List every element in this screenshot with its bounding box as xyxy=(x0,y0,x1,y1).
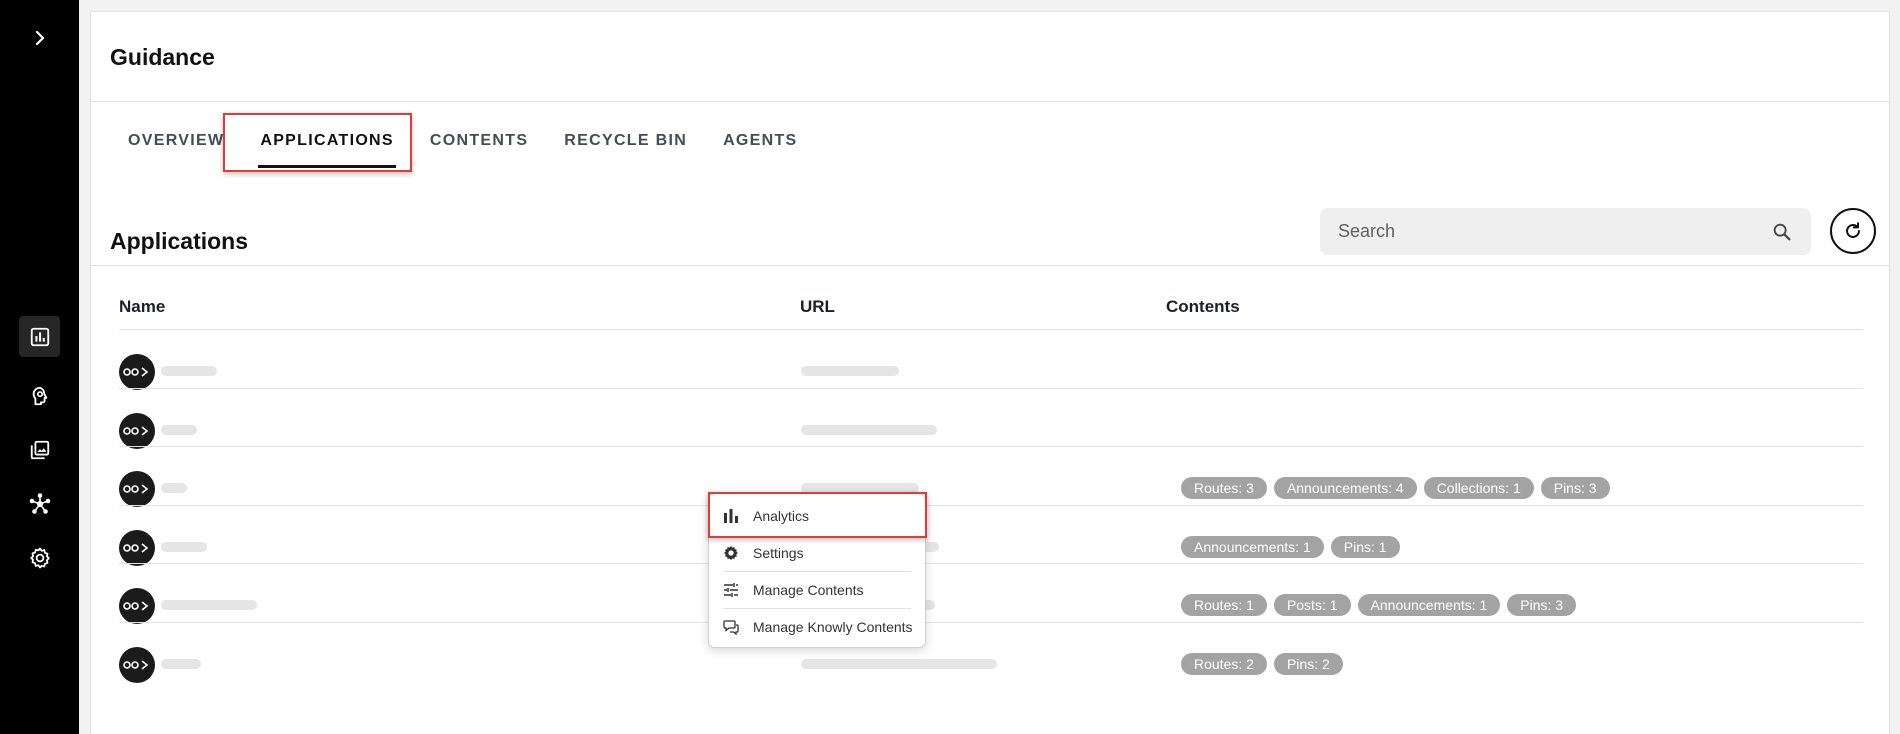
image-stack-icon xyxy=(30,440,49,459)
column-header-contents[interactable]: Contents xyxy=(1166,297,1240,317)
sidebar-item-settings[interactable] xyxy=(19,537,60,578)
content-chip: Pins: 3 xyxy=(1507,594,1577,616)
menu-item-manage-knowly-contents[interactable]: Manage Knowly Contents xyxy=(709,608,925,645)
content-chip: Posts: 1 xyxy=(1273,594,1351,616)
app-avatar xyxy=(119,647,155,683)
app-avatar xyxy=(119,354,155,390)
expand-sidebar-button[interactable] xyxy=(26,24,54,52)
tab-applications[interactable]: APPLICATIONS xyxy=(242,112,412,170)
content-chip: Announcements: 1 xyxy=(1181,536,1324,558)
content-chip: Routes: 2 xyxy=(1181,653,1267,675)
content-chip: Announcements: 1 xyxy=(1357,594,1501,616)
chat-bubbles-icon xyxy=(723,619,739,635)
sliders-icon xyxy=(724,582,738,597)
app-url-redacted xyxy=(801,366,899,376)
search-icon[interactable] xyxy=(1771,221,1793,243)
app-name-redacted xyxy=(161,366,217,376)
table-row[interactable]: Announcements: 1 Pins: 1 xyxy=(119,517,1863,575)
content-chips: Routes: 3 Announcements: 4 Collections: … xyxy=(1181,477,1610,499)
table-row[interactable]: Routes: 3 Announcements: 4 Collections: … xyxy=(119,458,1863,516)
left-rail xyxy=(0,0,79,734)
app-logo-icon xyxy=(123,601,149,611)
main-card: Guidance OVERVIEW APPLICATIONS CONTENTS … xyxy=(90,11,1890,734)
app-name-redacted xyxy=(161,542,207,552)
app-name-redacted xyxy=(161,483,187,493)
menu-item-analytics[interactable]: Analytics xyxy=(709,497,925,534)
menu-item-label: Analytics xyxy=(753,507,810,524)
app-logo-icon xyxy=(123,660,149,670)
refresh-icon xyxy=(1846,222,1860,238)
app-logo-icon xyxy=(123,484,149,494)
row-divider xyxy=(119,446,1863,447)
app-url-redacted xyxy=(801,425,937,435)
table-row[interactable] xyxy=(119,341,1863,399)
refresh-button[interactable] xyxy=(1830,208,1876,254)
content-chips: Routes: 2 Pins: 2 xyxy=(1181,653,1343,675)
menu-item-label: Manage Contents xyxy=(753,581,864,598)
content-chips: Announcements: 1 Pins: 1 xyxy=(1181,536,1400,558)
section-title: Applications xyxy=(110,228,249,254)
menu-item-label: Settings xyxy=(753,544,804,561)
row-divider xyxy=(119,505,1863,506)
table-row[interactable]: Routes: 2 Pins: 2 xyxy=(119,634,1863,692)
sidebar-item-media[interactable] xyxy=(19,429,60,470)
content-chip: Routes: 1 xyxy=(1181,594,1267,616)
app-avatar xyxy=(119,530,155,566)
tab-recycle-bin[interactable]: RECYCLE BIN xyxy=(546,112,705,170)
page-title: Guidance xyxy=(110,44,215,70)
tab-contents[interactable]: CONTENTS xyxy=(412,112,546,170)
app-avatar xyxy=(119,588,155,624)
column-header-url[interactable]: URL xyxy=(800,297,835,317)
row-context-menu: Analytics Settings Manage Contents Manag… xyxy=(708,493,926,648)
bar-chart-icon xyxy=(724,508,738,523)
tab-overview[interactable]: OVERVIEW xyxy=(110,112,242,170)
table-row[interactable] xyxy=(119,400,1863,458)
app-name-redacted xyxy=(161,600,257,610)
content-chip: Collections: 1 xyxy=(1423,477,1534,499)
sidebar-item-integrations[interactable] xyxy=(19,483,60,524)
sidebar-item-guidance[interactable] xyxy=(19,375,60,416)
content-chip: Pins: 2 xyxy=(1273,653,1343,675)
content-chip: Pins: 3 xyxy=(1540,477,1610,499)
sidebar-item-analytics[interactable] xyxy=(19,316,60,357)
column-header-name[interactable]: Name xyxy=(119,297,165,317)
app-url-redacted xyxy=(801,659,997,669)
content-chip: Announcements: 4 xyxy=(1273,477,1417,499)
row-divider xyxy=(119,622,1863,623)
app-avatar xyxy=(119,413,155,449)
app-logo-icon xyxy=(123,543,149,553)
row-divider xyxy=(119,388,1863,389)
app-name-redacted xyxy=(161,425,197,435)
tab-agents[interactable]: AGENTS xyxy=(705,112,815,170)
menu-item-label: Manage Knowly Contents xyxy=(753,618,913,635)
header-divider xyxy=(91,101,1889,102)
hub-network-icon xyxy=(29,492,50,514)
menu-item-settings[interactable]: Settings xyxy=(709,534,925,571)
app-logo-icon xyxy=(123,426,149,436)
section-divider xyxy=(91,265,1889,266)
app-avatar xyxy=(119,471,155,507)
app-name-redacted xyxy=(161,659,201,669)
content-chip: Routes: 3 xyxy=(1181,477,1267,499)
menu-item-manage-contents[interactable]: Manage Contents xyxy=(709,571,925,608)
table-row[interactable]: Routes: 1 Posts: 1 Announcements: 1 Pins… xyxy=(119,575,1863,633)
row-divider xyxy=(119,329,1863,330)
gear-icon xyxy=(724,545,738,560)
gear-icon xyxy=(29,547,50,568)
app-logo-icon xyxy=(123,367,149,377)
chevron-right-icon xyxy=(35,30,45,46)
tab-bar: OVERVIEW APPLICATIONS CONTENTS RECYCLE B… xyxy=(110,112,816,182)
app-url-redacted xyxy=(801,483,919,493)
bar-chart-box-icon xyxy=(30,327,49,346)
content-chips: Routes: 1 Posts: 1 Announcements: 1 Pins… xyxy=(1181,594,1577,616)
search-input[interactable] xyxy=(1338,221,1771,242)
head-lightbulb-icon xyxy=(32,386,47,405)
content-chip: Pins: 1 xyxy=(1330,536,1400,558)
search-box xyxy=(1320,208,1811,255)
row-divider xyxy=(119,563,1863,564)
